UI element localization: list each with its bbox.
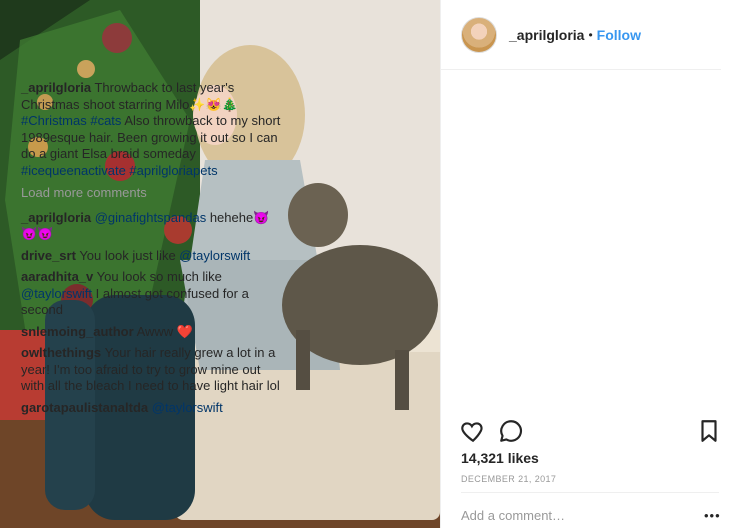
- caption-emoji: ✨😻🎄: [189, 96, 238, 112]
- post-sidebar: _aprilgloria • Follow: [440, 0, 738, 528]
- header-separator: •: [588, 27, 593, 42]
- caption: _aprilgloria Throwback to last year's Ch…: [21, 80, 281, 179]
- comment-icon[interactable]: [498, 418, 524, 444]
- post-date: DECEMBER 21, 2017: [461, 474, 557, 484]
- bookmark-icon[interactable]: [696, 418, 722, 444]
- caption-hashtags-1[interactable]: #Christmas #cats: [21, 113, 121, 128]
- caption-username[interactable]: _aprilgloria: [21, 80, 91, 95]
- comment-username[interactable]: owlthethings: [21, 345, 101, 360]
- add-comment-input[interactable]: Add a comment…: [461, 508, 565, 523]
- header-username[interactable]: _aprilgloria: [509, 27, 584, 43]
- post-actions: [460, 418, 720, 448]
- post-header: _aprilgloria • Follow: [441, 0, 721, 70]
- likes-count[interactable]: 14,321 likes: [461, 450, 539, 466]
- comment-text: You look just like: [79, 247, 176, 263]
- divider: [461, 492, 719, 493]
- comment-username[interactable]: snlemoing_author: [21, 324, 134, 339]
- follow-button[interactable]: Follow: [597, 27, 641, 43]
- comment-mention[interactable]: @taylorswift: [179, 248, 250, 263]
- heart-icon[interactable]: [460, 418, 486, 444]
- comment-username[interactable]: aaradhita_v: [21, 269, 93, 284]
- avatar[interactable]: [461, 16, 497, 53]
- comment-username[interactable]: _aprilgloria: [21, 210, 91, 225]
- comment-item: drive_srt You look just like @taylorswif…: [21, 248, 281, 265]
- comment-item: _aprilgloria @ginafightspandas hehehe😈😈😈: [21, 210, 281, 243]
- comments-list: _aprilgloria Throwback to last year's Ch…: [21, 80, 281, 421]
- comment-mention[interactable]: @ginafightspandas: [95, 210, 207, 225]
- caption-hashtags-2[interactable]: #icequeenactivate #aprilgloriapets: [21, 163, 218, 178]
- comment-item: owlthethings Your hair really grew a lot…: [21, 345, 281, 395]
- more-options-button[interactable]: •••: [704, 508, 721, 523]
- comment-text: Awww ❤️: [136, 323, 193, 339]
- comment-mention[interactable]: @taylorswift: [152, 400, 223, 415]
- comment-item: snlemoing_author Awww ❤️: [21, 324, 281, 341]
- comment-item: aaradhita_v You look so much like @taylo…: [21, 269, 281, 319]
- comment-mention[interactable]: @taylorswift: [21, 286, 92, 301]
- comment-item: garotapaulistanaltda @taylorswift: [21, 400, 281, 417]
- comment-username[interactable]: garotapaulistanaltda: [21, 400, 148, 415]
- load-more-comments[interactable]: Load more comments: [21, 185, 281, 202]
- comment-username[interactable]: drive_srt: [21, 248, 76, 263]
- comment-text: You look so much like: [96, 269, 222, 284]
